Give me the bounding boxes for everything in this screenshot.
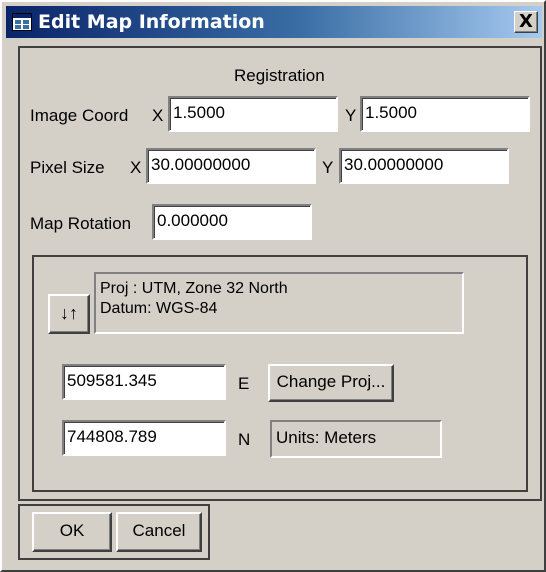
close-icon: X [519, 11, 533, 32]
pixel-size-y-label: Y [322, 158, 334, 177]
map-rotation-label: Map Rotation [30, 214, 132, 233]
projection-name: Proj : UTM, Zone 32 North [100, 280, 288, 297]
window-title: Edit Map Information [38, 11, 265, 33]
pixel-size-x-label: X [130, 158, 142, 177]
units-display: Units: Meters [270, 420, 442, 458]
image-coord-y-label: Y [345, 106, 357, 125]
easting-field[interactable]: 509581.345 [62, 364, 226, 400]
map-rotation-field[interactable]: 0.000000 [152, 204, 312, 240]
title-bar[interactable]: Edit Map Information X [6, 6, 542, 38]
easting-label: E [238, 374, 250, 393]
image-coord-label: Image Coord [30, 106, 129, 125]
swap-arrows-icon: ↓↑ [60, 303, 78, 323]
pixel-size-y-field[interactable]: 30.00000000 [339, 148, 509, 184]
northing-label: N [238, 430, 251, 449]
registration-heading: Registration [234, 66, 325, 85]
toggle-projection-button[interactable]: ↓↑ [48, 294, 90, 334]
datum-name: Datum: WGS-84 [100, 300, 218, 317]
pixel-size-label: Pixel Size [30, 158, 105, 177]
map-window-icon [12, 13, 32, 31]
image-coord-y-field[interactable]: 1.5000 [360, 96, 530, 132]
ok-button[interactable]: OK [32, 512, 112, 552]
cancel-button[interactable]: Cancel [116, 512, 202, 552]
projection-info-box: Proj : UTM, Zone 32 North Datum: WGS-84 [94, 272, 464, 334]
image-coord-x-label: X [152, 106, 164, 125]
change-proj-button[interactable]: Change Proj... [268, 364, 394, 402]
close-button[interactable]: X [514, 11, 538, 33]
northing-field[interactable]: 744808.789 [62, 420, 226, 456]
image-coord-x-field[interactable]: 1.5000 [168, 96, 338, 132]
pixel-size-x-field[interactable]: 30.00000000 [146, 148, 316, 184]
edit-map-information-dialog: Edit Map Information X Registration Imag… [0, 0, 546, 572]
